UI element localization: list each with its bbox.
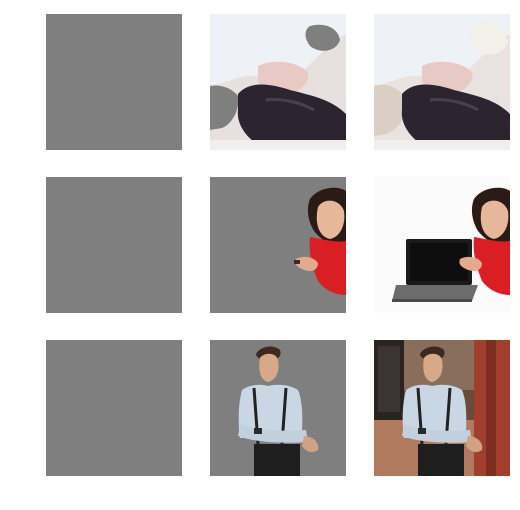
- masked-woman-lying-tile: [210, 14, 346, 150]
- blank-mask-tile-row-1: [46, 14, 182, 150]
- original-woman-laptop-image: [374, 177, 510, 313]
- original-woman-lying-tile: [374, 14, 510, 150]
- masked-man-suspenders-tile: [210, 340, 346, 476]
- original-woman-lying-image: [374, 14, 510, 150]
- masked-woman-lying-image: [210, 14, 346, 150]
- original-man-suspenders-tile: [374, 340, 510, 476]
- blank-mask-tile-row-3: [46, 340, 182, 476]
- masked-woman-laptop-image: [210, 177, 346, 313]
- original-woman-laptop-tile: [374, 177, 510, 313]
- blank-mask-tile-row-2: [46, 177, 182, 313]
- masked-woman-laptop-tile: [210, 177, 346, 313]
- masked-man-suspenders-image: [210, 340, 346, 476]
- original-man-suspenders-image: [374, 340, 510, 476]
